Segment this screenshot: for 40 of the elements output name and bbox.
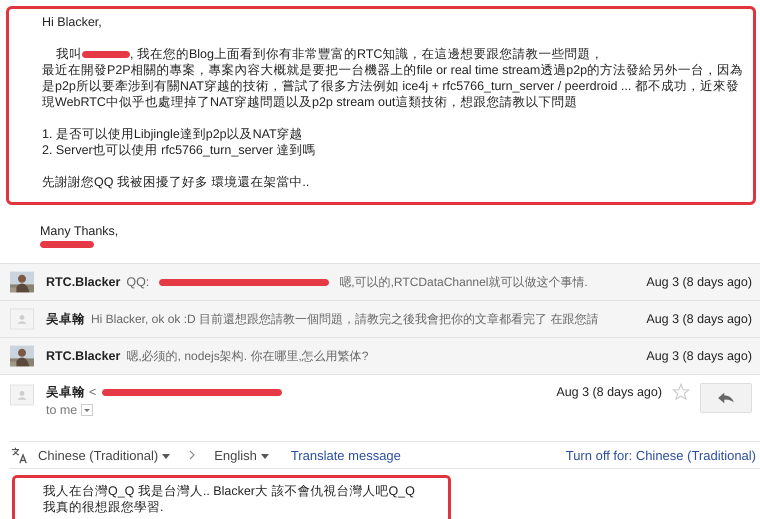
message-paragraph: 最近在開發P2P相關的專案，專案內容大概就是要把一台機器上的file or real time stream透過p2p的方法發給另外一台，因為是p2p所以要牽涉到有關NAT穿越的技術，嘗試了很多方法例如 ice4j + rfc5766_turn_server / peerdroid ... 都不成功，近來發現WebRTC中似乎也處理掉了NAT穿越問題以及p2p stream out這類技術，想跟您請教以下問題 (42, 62, 744, 110)
thread-row[interactable]: RTC.Blacker 嗯,必须的, nodejs架构. 你在哪里,怎么用繁体? Aug 3 (8 days ago) (0, 337, 760, 374)
body-line: 我真的很想跟您學習. (43, 499, 164, 515)
message-snippet: 嗯,必须的, nodejs架构. 你在哪里,怎么用繁体? (126, 348, 370, 364)
intro-line: 我叫 , 我在您的Blog上面看到你有非常豐富的RTC知識，在這邊想要跟您請教一些問題， (55, 46, 604, 62)
question-line: 2. Server也可以使用 rfc5766_turn_server 達到嗎 (42, 142, 317, 158)
chevron-icon (188, 449, 196, 461)
message-date: Aug 3 (8 days ago) (556, 385, 662, 399)
star-icon[interactable] (672, 383, 690, 401)
sender-name: RTC.Blacker (46, 349, 120, 363)
address-bracket: < (89, 385, 96, 399)
thread-row[interactable]: 吴卓翰 Hi Blacker, ok ok :D 目前還想跟您請教一個問題，請教完之後我會把你的文章都看完了 在跟您請 Aug 3 (8 days ago) (0, 300, 760, 337)
sender-name: 吴卓翰 (46, 310, 85, 328)
caret-icon (162, 454, 170, 459)
signature: Many Thanks, (40, 223, 120, 239)
reply-icon (717, 391, 735, 405)
message-snippet: Hi Blacker, ok ok :D 目前還想跟您請教一個問題，請教完之後我會把你的文章都看完了 在跟您請 (91, 310, 600, 328)
translate-link[interactable]: Translate message (290, 448, 401, 462)
turn-off-link[interactable]: Turn off for: Chinese (Traditional) (566, 448, 756, 462)
source-language-dropdown[interactable]: Chinese (Traditional) (38, 448, 170, 462)
message-date: Aug 3 (8 days ago) (646, 312, 752, 326)
sender-name: 吴卓翰 (46, 384, 85, 400)
snippet-prefix: QQ: (126, 275, 150, 289)
target-language-dropdown[interactable]: English (214, 448, 269, 462)
translate-icon (10, 446, 28, 464)
closing-line: 先謝謝您QQ 我被困擾了好多 環境還在架當中.. (42, 174, 310, 190)
dropdown-icon[interactable] (81, 404, 94, 416)
greeting: Hi Blacker, (42, 14, 103, 30)
message-date: Aug 3 (8 days ago) (646, 349, 752, 363)
sender-name: RTC.Blacker (46, 275, 120, 289)
message-date: Aug 3 (8 days ago) (646, 275, 752, 289)
avatar-icon (10, 383, 34, 407)
message-snippet: 嗯,可以的,RTCDataChannel就可以做这个事情. (339, 274, 589, 290)
reply-button[interactable] (700, 383, 752, 413)
question-line: 1. 是否可以使用Libjingle達到p2p以及NAT穿越 (42, 126, 304, 142)
body-line: 我人在台灣Q_Q 我是台灣人.. Blacker大 該不會仇視台灣人吧Q_Q (43, 483, 416, 499)
recipient-label: to me (46, 403, 78, 417)
avatar-icon (10, 307, 34, 331)
caret-icon (260, 454, 269, 459)
thread-row[interactable]: RTC.Blacker QQ: 嗯,可以的,RTCDataChannel就可以做这个事情. Aug 3 (8 days ago) (0, 263, 760, 300)
